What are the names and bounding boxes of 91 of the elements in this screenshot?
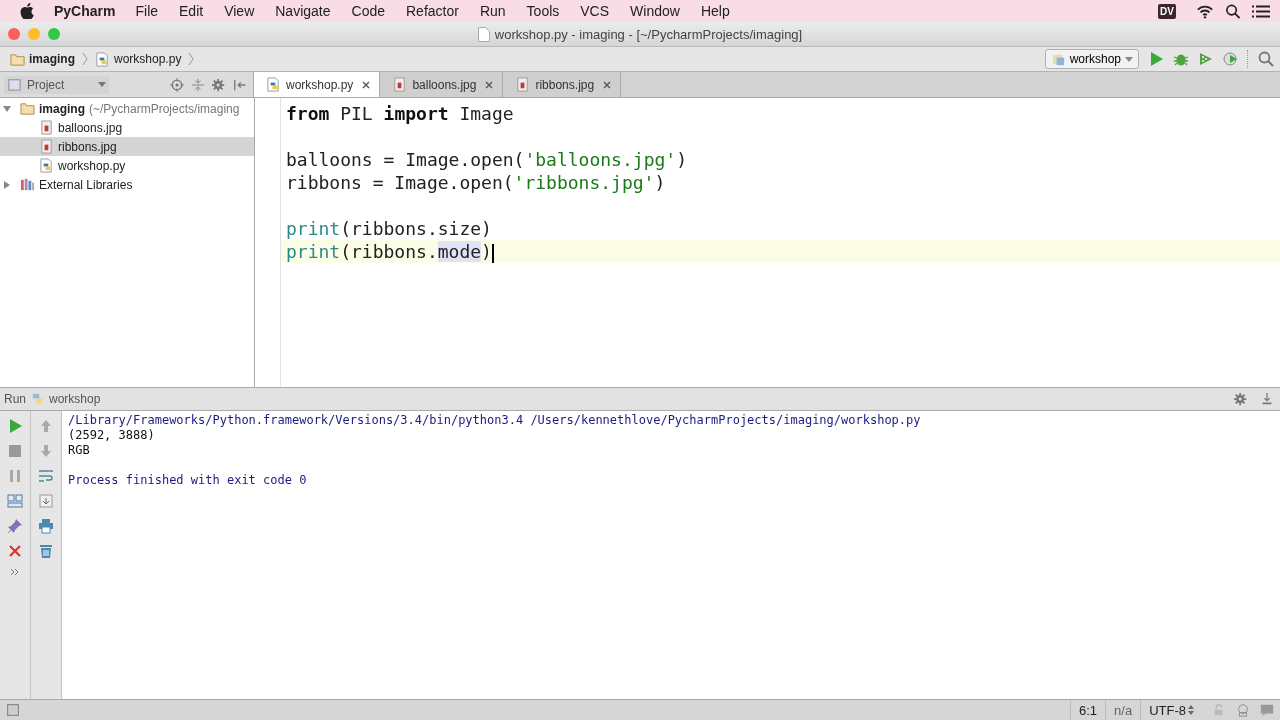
list-icon[interactable] bbox=[1252, 3, 1270, 19]
collapse-icon[interactable] bbox=[191, 77, 205, 92]
coverage-icon[interactable] bbox=[1198, 51, 1214, 67]
image-file-icon bbox=[39, 139, 54, 154]
tree-item[interactable]: ribbons.jpg bbox=[0, 137, 254, 156]
menu-item[interactable]: Edit bbox=[179, 3, 204, 19]
books-icon bbox=[20, 177, 35, 192]
chevron-icon bbox=[82, 52, 88, 66]
console-line: Process finished with exit code 0 bbox=[68, 472, 307, 487]
scroll-end-icon[interactable] bbox=[38, 492, 54, 509]
code-line: print(ribbons.size) bbox=[286, 218, 492, 239]
up-down-arrows-icon bbox=[1188, 705, 1194, 715]
tree-item[interactable]: External Libraries bbox=[0, 175, 254, 194]
expand-arrow-icon[interactable] bbox=[3, 104, 11, 113]
profile-icon[interactable] bbox=[1223, 51, 1239, 67]
encoding-selector[interactable]: UTF-8 bbox=[1140, 700, 1202, 720]
download-icon[interactable] bbox=[1260, 391, 1274, 406]
menu-item[interactable]: File bbox=[135, 3, 159, 19]
editor-tab[interactable]: workshop.py bbox=[254, 72, 381, 97]
image-file-icon bbox=[515, 77, 531, 92]
console-line: (2592, 3888) bbox=[68, 427, 155, 442]
menu-item[interactable]: Run bbox=[479, 3, 506, 19]
close-button[interactable] bbox=[8, 28, 20, 40]
menu-item[interactable]: VCS bbox=[580, 3, 610, 19]
apple-icon[interactable] bbox=[20, 3, 34, 19]
panel-toggle-icon[interactable] bbox=[6, 703, 20, 717]
gear-icon[interactable] bbox=[1234, 391, 1248, 406]
caret-position[interactable]: 6:1 bbox=[1070, 700, 1106, 720]
expand-arrow-icon[interactable] bbox=[3, 180, 11, 189]
soft-wrap-icon[interactable] bbox=[38, 467, 54, 484]
more-icon[interactable] bbox=[10, 567, 20, 576]
python-file-icon bbox=[95, 51, 110, 67]
layout-icon[interactable] bbox=[7, 492, 23, 509]
dropdown-caret-icon bbox=[1125, 56, 1133, 62]
code-line: balloons = Image.open('balloons.jpg') bbox=[286, 149, 687, 170]
menu-item[interactable]: Refactor bbox=[406, 3, 459, 19]
tree-item[interactable]: balloons.jpg bbox=[0, 118, 254, 137]
breadcrumb[interactable]: imaging bbox=[8, 51, 77, 67]
code-line: ribbons = Image.open('ribbons.jpg') bbox=[286, 172, 666, 193]
file-icon bbox=[477, 26, 490, 42]
project-icon bbox=[7, 77, 22, 92]
dropdown-caret-icon bbox=[98, 82, 106, 87]
tree-item[interactable]: workshop.py bbox=[0, 156, 254, 175]
close-tab-icon[interactable] bbox=[362, 80, 371, 89]
python-file-icon bbox=[266, 77, 281, 92]
stop-icon[interactable] bbox=[7, 442, 23, 459]
close-icon[interactable] bbox=[7, 542, 23, 559]
close-tab-icon[interactable] bbox=[485, 80, 494, 89]
project-view-dropdown[interactable]: Project bbox=[4, 75, 109, 94]
console-line: /Library/Frameworks/Python.framework/Versions/3.4/bin/python3.4 /Users/kennethlove/PycharmProjects/imaging/workshop.py bbox=[68, 412, 921, 427]
run-configuration-name: workshop bbox=[49, 391, 101, 406]
app-menu[interactable]: PyCharm bbox=[54, 3, 116, 19]
menu-item[interactable]: Help bbox=[700, 3, 730, 19]
menu-item[interactable]: Tools bbox=[526, 3, 560, 19]
python-file-icon bbox=[39, 158, 54, 173]
image-file-icon bbox=[39, 120, 54, 135]
pin-icon[interactable] bbox=[7, 517, 23, 534]
image-file-icon bbox=[392, 77, 408, 92]
console-line: RGB bbox=[68, 442, 90, 457]
menu-extra-badge[interactable]: DV bbox=[1158, 3, 1176, 19]
line-ending-indicator[interactable]: n/a bbox=[1105, 700, 1141, 720]
run-panel-title: Run bbox=[4, 391, 26, 406]
window-title: workshop.py - imaging - [~/PycharmProjects/imaging] bbox=[494, 26, 803, 42]
run-icon[interactable] bbox=[1148, 51, 1164, 67]
menu-item[interactable]: Window bbox=[630, 3, 680, 19]
menu-item[interactable]: Navigate bbox=[275, 3, 331, 19]
folder-icon bbox=[20, 101, 35, 116]
target-icon[interactable] bbox=[170, 77, 184, 92]
search-icon[interactable] bbox=[1224, 3, 1242, 19]
run-configuration-dropdown[interactable]: workshop bbox=[1044, 49, 1139, 69]
close-tab-icon[interactable] bbox=[603, 80, 612, 89]
menu-item[interactable]: Code bbox=[351, 3, 385, 19]
down-arrow-icon[interactable] bbox=[38, 442, 54, 459]
inspector-icon[interactable] bbox=[1236, 703, 1250, 717]
event-log-icon[interactable] bbox=[1260, 703, 1274, 717]
hide-panel-icon[interactable] bbox=[233, 77, 247, 92]
code-line: from PIL import Image bbox=[286, 103, 514, 124]
python-icon bbox=[30, 391, 45, 406]
zoom-button[interactable] bbox=[48, 28, 60, 40]
breadcrumb[interactable]: workshop.py bbox=[93, 51, 184, 67]
code-line: print(ribbons.mode) bbox=[286, 241, 494, 262]
wifi-icon[interactable] bbox=[1196, 3, 1214, 19]
folder-icon bbox=[10, 51, 25, 67]
pause-icon[interactable] bbox=[7, 467, 23, 484]
trash-icon[interactable] bbox=[38, 542, 54, 559]
chevron-icon bbox=[188, 52, 195, 66]
rerun-icon[interactable] bbox=[7, 417, 23, 434]
print-icon[interactable] bbox=[38, 517, 54, 534]
tree-item[interactable]: imaging (~/PycharmProjects/imaging bbox=[0, 99, 254, 118]
gear-icon[interactable] bbox=[212, 77, 226, 92]
menu-item[interactable]: View bbox=[224, 3, 255, 19]
